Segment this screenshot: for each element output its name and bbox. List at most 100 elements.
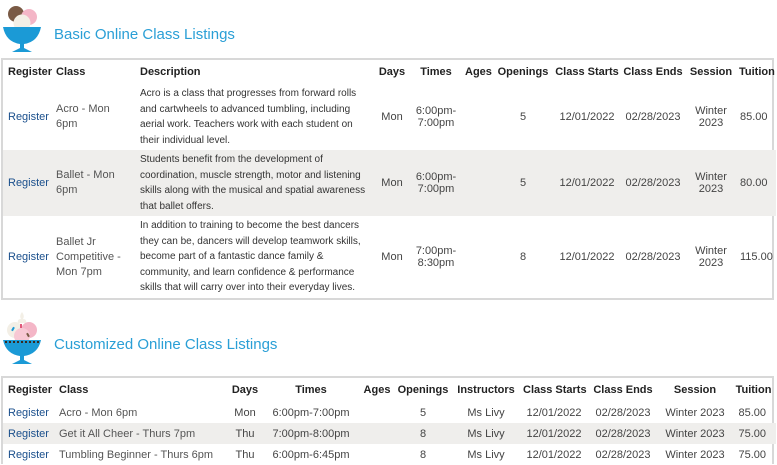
class-ends: 02/28/2023 <box>595 406 651 419</box>
class-name: Acro - Mon 6pm <box>56 103 110 130</box>
col-openings: Openings <box>397 384 449 396</box>
ice-cream-sundae-sprinkles-icon <box>2 310 42 364</box>
class-tuition: 85.00 <box>740 111 768 123</box>
table-row: Register Tumbling Beginner - Thurs 6pm T… <box>3 444 776 465</box>
table-row: Register Get it All Cheer - Thurs 7pm Th… <box>3 423 776 444</box>
class-session: Winter 2023 <box>659 423 731 444</box>
table-row: Register Ballet - Mon 6pm Students benef… <box>3 150 776 216</box>
col-ages: Ages <box>465 66 492 78</box>
class-ages <box>463 84 493 150</box>
class-days: Mon <box>375 150 409 216</box>
register-cell: Register <box>3 402 53 423</box>
col-class-ends: Class Ends <box>593 384 653 396</box>
class-instructors: Ms Livy <box>467 448 505 461</box>
table-row: Register Acro - Mon 6pm Acro is a class … <box>3 84 776 150</box>
register-cell: Register <box>3 444 53 465</box>
class-times: 7:00pm-8:30pm <box>415 245 457 269</box>
class-days: Mon <box>234 406 256 419</box>
col-tuition: Tuition <box>739 66 775 78</box>
col-class-ends: Class Ends <box>623 66 683 78</box>
table-header-row: Register Class Description Days Times Ag… <box>3 60 776 84</box>
col-times: Times <box>295 384 327 396</box>
class-instructors: Ms Livy <box>451 423 521 444</box>
class-days: Thu <box>227 423 263 444</box>
class-ends: 02/28/2023 <box>625 111 681 123</box>
class-ends: 02/28/2023 <box>595 448 651 461</box>
register-cell: Register <box>3 84 53 150</box>
register-link[interactable]: Register <box>8 177 49 189</box>
col-instructors: Instructors <box>457 384 515 396</box>
class-ends: 02/28/2023 <box>587 423 659 444</box>
class-openings: 5 <box>519 111 527 123</box>
class-starts: 12/01/2022 <box>553 150 621 216</box>
col-class: Class <box>56 66 86 78</box>
class-instructors: Ms Livy <box>467 406 505 419</box>
class-days: Thu <box>235 448 255 461</box>
col-description: Description <box>140 66 201 78</box>
class-openings: 8 <box>395 423 451 444</box>
col-session: Session <box>689 66 733 78</box>
class-tuition: 75.00 <box>731 423 776 444</box>
class-ages <box>359 444 395 465</box>
class-name: Tumbling Beginner - Thurs 6pm <box>59 448 214 461</box>
class-description: Students benefit from the development of… <box>137 150 375 216</box>
class-starts: 12/01/2022 <box>521 423 587 444</box>
col-days: Days <box>378 66 406 78</box>
class-ends: 02/28/2023 <box>625 251 681 263</box>
col-register: Register <box>8 384 53 396</box>
basic-listings-header: Basic Online Class Listings <box>0 4 777 54</box>
class-times: 6:00pm-7:00pm <box>415 105 457 129</box>
class-ends: 02/28/2023 <box>621 150 685 216</box>
class-times: 6:00pm-7:00pm <box>272 406 350 419</box>
class-days: Mon <box>381 111 403 123</box>
class-ages <box>463 216 493 298</box>
register-link[interactable]: Register <box>8 449 49 461</box>
col-session: Session <box>673 384 717 396</box>
col-times: Times <box>420 66 452 78</box>
register-link[interactable]: Register <box>8 428 49 440</box>
class-session: Winter 2023 <box>665 448 725 461</box>
class-session: Winter 2023 <box>665 406 725 419</box>
class-starts: 12/01/2022 <box>559 251 615 263</box>
class-openings: 5 <box>419 406 427 419</box>
class-description: Acro is a class that progresses from for… <box>140 88 357 146</box>
table-row: Register Acro - Mon 6pm Mon 6:00pm-7:00p… <box>3 402 776 423</box>
col-days: Days <box>231 384 259 396</box>
basic-class-table: Register Class Description Days Times Ag… <box>1 58 776 300</box>
class-starts: 12/01/2022 <box>526 448 582 461</box>
col-tuition: Tuition <box>735 384 772 396</box>
table-row: Register Ballet Jr Competitive - Mon 7pm… <box>3 216 776 298</box>
class-ages <box>359 402 395 423</box>
section-title: Basic Online Class Listings <box>54 26 235 43</box>
customized-class-table: Register Class Days Times Ages Openings … <box>1 376 776 465</box>
class-ages <box>463 150 493 216</box>
class-tuition: 75.00 <box>738 448 766 461</box>
register-link[interactable]: Register <box>8 407 49 419</box>
class-openings: 8 <box>519 251 527 263</box>
col-ages: Ages <box>363 384 391 396</box>
class-name: Ballet Jr Competitive - Mon 7pm <box>56 235 121 278</box>
class-session: Winter 2023 <box>695 245 727 269</box>
register-link[interactable]: Register <box>8 251 49 263</box>
register-cell: Register <box>3 150 53 216</box>
register-cell: Register <box>3 423 53 444</box>
section-title: Customized Online Class Listings <box>54 336 278 353</box>
register-cell: Register <box>3 216 53 298</box>
class-session: Winter 2023 <box>695 105 727 129</box>
table-header-row: Register Class Days Times Ages Openings … <box>3 378 776 402</box>
class-name: Ballet - Mon 6pm <box>53 150 137 216</box>
class-times: 7:00pm-8:00pm <box>263 423 359 444</box>
class-description: In addition to training to become the be… <box>140 220 361 294</box>
class-name: Acro - Mon 6pm <box>59 406 138 419</box>
register-link[interactable]: Register <box>8 111 49 123</box>
col-class-starts: Class Starts <box>523 384 587 396</box>
class-tuition: 85.00 <box>738 406 766 419</box>
ice-cream-sundae-icon <box>2 4 42 52</box>
class-openings: 8 <box>419 448 427 461</box>
class-session: Winter 2023 <box>685 150 737 216</box>
customized-listings-header: Customized Online Class Listings <box>0 310 777 364</box>
class-times: 6:00pm-6:45pm <box>272 448 350 461</box>
class-days: Mon <box>381 251 403 263</box>
class-ages <box>359 423 395 444</box>
col-class-starts: Class Starts <box>555 66 619 78</box>
